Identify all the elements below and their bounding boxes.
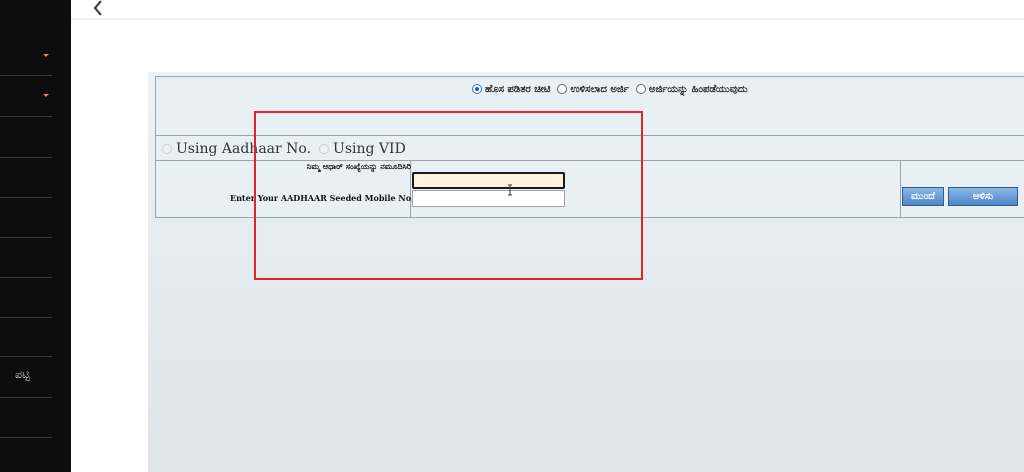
radio-button[interactable] — [557, 84, 568, 94]
option-new-ration-card[interactable]: ಹೊಸ ಪಡಿತರ ಚೀಟಿ — [472, 84, 550, 95]
option-label: ಉಳಿಸಲಾದ ಅರ್ಜಿ — [570, 83, 629, 95]
form-border — [155, 76, 1024, 77]
header-divider — [71, 18, 1024, 20]
sidebar-divider — [0, 317, 52, 318]
sidebar-divider — [0, 157, 52, 158]
next-button[interactable]: ಮುಂದೆ — [902, 187, 944, 206]
chevron-left-icon[interactable] — [90, 0, 108, 16]
sidebar-divider — [0, 116, 52, 117]
sidebar-divider — [0, 75, 52, 76]
sidebar-divider — [0, 197, 52, 198]
option-saved-application[interactable]: ಉಳಿಸಲಾದ ಅರ್ಜಿ — [557, 83, 629, 95]
clear-button[interactable]: ಅಳಿಸು — [948, 187, 1018, 206]
radio-button[interactable] — [162, 144, 172, 154]
option-withdraw-application[interactable]: ಅರ್ಜಿಯನ್ನು ಹಿಂಪಡೆಯುವುದು — [635, 83, 748, 95]
sidebar-divider — [0, 237, 52, 238]
application-type-group: ಹೊಸ ಪಡಿತರ ಚೀಟಿ ಉಳಿಸಲಾದ ಅರ್ಜಿ ಅರ್ಜಿಯನ್ನು … — [472, 82, 751, 96]
highlight-box — [254, 111, 643, 280]
sidebar-divider — [0, 397, 52, 398]
sidebar-divider — [0, 437, 52, 438]
option-label: ಹೊಸ ಪಡಿತರ ಚೀಟಿ — [485, 83, 551, 95]
radio-button[interactable] — [635, 84, 646, 94]
sidebar-item-label[interactable]: ಪಟ್ಟಿ — [0, 368, 30, 382]
sidebar: ಪಟ್ಟಿ — [0, 0, 71, 472]
form-border — [900, 161, 901, 217]
caret-down-icon[interactable] — [43, 94, 49, 97]
sidebar-divider — [0, 277, 52, 278]
radio-button[interactable] — [472, 84, 482, 94]
caret-down-icon[interactable] — [43, 54, 49, 57]
sidebar-divider — [0, 356, 52, 357]
option-label: ಅರ್ಜಿಯನ್ನು ಹಿಂಪಡೆಯುವುದು — [648, 83, 748, 95]
